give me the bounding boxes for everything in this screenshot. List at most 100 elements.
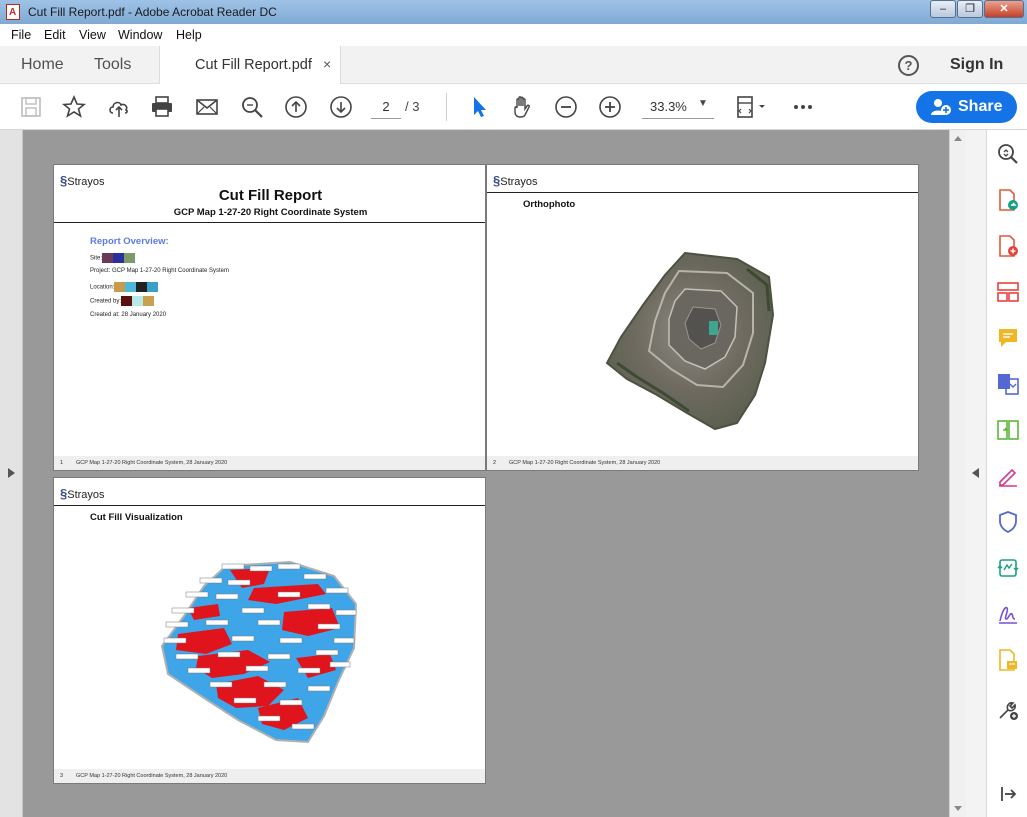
main-toolbar: / 3 33.3% ▼ Share	[0, 84, 1027, 130]
redacted-swatch	[124, 253, 136, 263]
page-thumbnail-1[interactable]: §Strayos Cut Fill Report GCP Map 1-27-20…	[53, 164, 486, 471]
tab-tools[interactable]: Tools	[94, 56, 131, 74]
comment-icon[interactable]	[996, 326, 1020, 350]
created-at-row: Created at: 28 January 2020	[90, 312, 167, 318]
header-rule	[54, 505, 485, 506]
right-panel-toggle[interactable]	[966, 130, 986, 817]
protect-icon[interactable]	[996, 510, 1020, 534]
menu-bar: File Edit View Window Help	[0, 24, 1027, 46]
menu-edit[interactable]: Edit	[44, 28, 66, 42]
fit-page-icon[interactable]	[734, 94, 770, 120]
redacted-swatch	[121, 296, 133, 306]
report-subtitle: GCP Map 1-27-20 Right Coordinate System	[173, 207, 368, 218]
collapse-panel-icon[interactable]	[996, 782, 1020, 806]
scroll-up-arrow-icon[interactable]	[954, 136, 962, 141]
location-label: Location:	[90, 284, 115, 291]
report-title: Cut Fill Report	[218, 187, 323, 204]
zoom-out-icon[interactable]	[553, 94, 579, 120]
sign-in-button[interactable]: Sign In	[950, 56, 1003, 74]
page-footer-number: 1	[60, 460, 64, 466]
logo-text: Strayos	[67, 489, 105, 501]
minimize-button[interactable]: –	[930, 0, 956, 18]
zoom-level-value: 33.3%	[650, 99, 687, 114]
zoom-level-select[interactable]: 33.3% ▼	[642, 95, 714, 119]
window-title-bar: A Cut Fill Report.pdf - Adobe Acrobat Re…	[0, 0, 1027, 24]
select-cursor-icon[interactable]	[466, 94, 492, 120]
more-icon[interactable]	[790, 94, 816, 120]
strayos-logo: §Strayos	[60, 486, 105, 501]
bookmark-star-icon[interactable]	[61, 94, 87, 120]
strayos-logo: §Strayos	[493, 173, 538, 188]
compress-icon[interactable]	[996, 418, 1020, 442]
signature-icon[interactable]	[996, 602, 1020, 626]
scroll-down-arrow-icon[interactable]	[954, 806, 962, 811]
redacted-swatch	[114, 282, 126, 292]
vertical-scrollbar[interactable]	[949, 130, 966, 817]
page-thumbnail-3[interactable]: §Strayos Cut Fill Visualization 3 GCP Ma…	[53, 477, 486, 784]
close-tab-icon[interactable]: ×	[323, 56, 331, 72]
help-icon[interactable]: ?	[898, 55, 919, 76]
page-total: / 3	[405, 99, 420, 114]
redacted-swatch	[125, 282, 137, 292]
create-pdf-icon[interactable]	[996, 234, 1020, 258]
organize-pages-icon[interactable]	[996, 280, 1020, 304]
tab-home[interactable]: Home	[21, 56, 64, 74]
document-viewer[interactable]: §Strayos Cut Fill Report GCP Map 1-27-20…	[0, 130, 986, 817]
fill-sign-icon[interactable]	[996, 464, 1020, 488]
share-button[interactable]: Share	[916, 91, 1017, 123]
strayos-logo: §Strayos	[60, 173, 105, 188]
acrobat-app-icon: A	[6, 4, 20, 20]
redacted-swatch	[113, 253, 125, 263]
upload-cloud-icon[interactable]	[106, 94, 132, 120]
share-label: Share	[958, 98, 1003, 115]
menu-view[interactable]: View	[79, 28, 106, 42]
menu-file[interactable]: File	[11, 28, 31, 42]
location-row: Location:	[90, 282, 159, 292]
redacted-swatch	[102, 253, 114, 263]
page-number-input[interactable]	[371, 95, 401, 119]
expand-left-arrow-icon	[8, 468, 15, 478]
export-pdf-icon[interactable]	[996, 188, 1020, 212]
print-icon[interactable]	[149, 94, 175, 120]
page-footer-number: 2	[493, 460, 497, 466]
cut-fill-map-image	[160, 560, 358, 744]
search-zoom-icon[interactable]	[239, 94, 265, 120]
collapse-right-arrow-icon	[972, 468, 979, 478]
page-footer-text: GCP Map 1-27-20 Right Coordinate System,…	[76, 460, 228, 466]
more-tools-icon[interactable]	[996, 698, 1020, 722]
cut-fill-visualization-heading: Cut Fill Visualization	[90, 512, 183, 523]
close-window-button[interactable]: ✕	[984, 0, 1024, 18]
page-thumbnail-2[interactable]: §Strayos Orthophoto 2 GCP Map 1-27-20 Ri…	[486, 164, 919, 471]
orthophoto-image	[605, 251, 775, 431]
orthophoto-heading: Orthophoto	[523, 199, 576, 210]
page-footer-text: GCP Map 1-27-20 Right Coordinate System,…	[76, 773, 228, 779]
save-icon[interactable]	[18, 94, 44, 120]
add-user-icon	[930, 98, 952, 121]
created-by-label: Created by:	[90, 298, 122, 305]
header-rule	[487, 192, 918, 193]
tools-sidebar	[986, 130, 1027, 817]
page-footer: 1 GCP Map 1-27-20 Right Coordinate Syste…	[54, 456, 485, 470]
logo-text: Strayos	[500, 176, 538, 188]
menu-help[interactable]: Help	[176, 28, 202, 42]
project-row: Project: GCP Map 1-27-20 Right Coordinat…	[90, 268, 229, 274]
zoom-in-icon[interactable]	[597, 94, 623, 120]
combine-files-icon[interactable]	[996, 372, 1020, 396]
page-footer: 3 GCP Map 1-27-20 Right Coordinate Syste…	[54, 769, 485, 783]
tab-document[interactable]: Cut Fill Report.pdf ×	[159, 46, 341, 84]
page-down-icon[interactable]	[328, 94, 354, 120]
maximize-button[interactable]: ❐	[957, 0, 983, 18]
left-panel-toggle[interactable]	[0, 130, 23, 817]
chevron-down-icon: ▼	[698, 98, 708, 109]
email-icon[interactable]	[194, 94, 220, 120]
edit-notes-icon[interactable]	[996, 648, 1020, 672]
page-footer-number: 3	[60, 773, 64, 779]
hand-tool-icon[interactable]	[509, 94, 535, 120]
menu-window[interactable]: Window	[118, 28, 162, 42]
page-footer: 2 GCP Map 1-27-20 Right Coordinate Syste…	[487, 456, 918, 470]
send-track-icon[interactable]	[996, 556, 1020, 580]
redacted-swatch	[136, 282, 148, 292]
page-up-icon[interactable]	[283, 94, 309, 120]
zoom-search-icon[interactable]	[996, 142, 1020, 166]
page-footer-text: GCP Map 1-27-20 Right Coordinate System,…	[509, 460, 661, 466]
